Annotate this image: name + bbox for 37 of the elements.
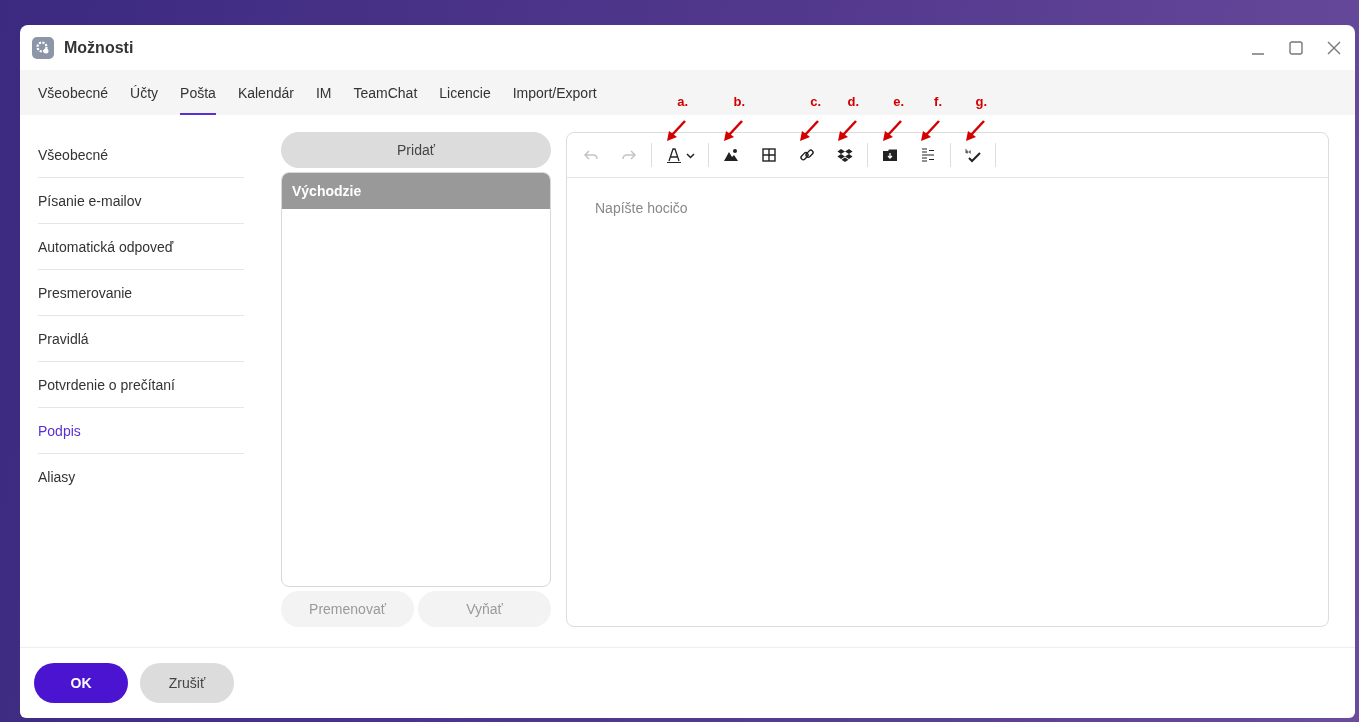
tab[interactable]: Licencie [439, 70, 491, 115]
cancel-button[interactable]: Zrušiť [140, 663, 234, 703]
sidebar-item[interactable]: Všeobecné [38, 132, 244, 178]
annotation-label: e. [893, 94, 904, 109]
sidebar-item[interactable]: Pravidlá [38, 316, 244, 362]
pointer-arrow [799, 120, 819, 142]
sidebar-item[interactable]: Presmerovanie [38, 270, 244, 316]
pointer-arrow [666, 120, 686, 142]
pointer-arrow [920, 120, 940, 142]
sidebar-item[interactable]: Písanie e-mailov [38, 178, 244, 224]
tab[interactable]: Pošta [180, 70, 216, 115]
close-icon[interactable] [1327, 40, 1341, 55]
add-button[interactable]: Pridať [281, 132, 551, 168]
annotation-label: a. [677, 94, 688, 109]
annotation-label: d. [847, 94, 859, 109]
sidebar-item[interactable]: Podpis [38, 408, 244, 454]
tab[interactable]: Kalendár [237, 70, 294, 115]
sidebar-item[interactable]: Potvrdenie o prečítaní [38, 362, 244, 408]
tab[interactable]: TeamChat [353, 70, 418, 115]
window-title: Možnosti [64, 38, 134, 57]
tab[interactable]: Všeobecné [38, 70, 109, 115]
annotation-label: c. [810, 94, 821, 109]
gear-icon [32, 36, 54, 59]
ok-button[interactable]: OK [34, 663, 128, 703]
tab[interactable]: Účty [130, 70, 159, 115]
pointer-arrow [723, 120, 743, 142]
annotation-label: b. [733, 94, 745, 109]
annotation-label: g. [975, 94, 987, 109]
tab[interactable]: IM [315, 70, 332, 115]
tab[interactable]: Import/Export [512, 70, 597, 115]
annotation-label: f. [934, 94, 942, 109]
pointer-arrow [965, 120, 985, 142]
maximize-icon[interactable] [1289, 40, 1303, 55]
sidebar-item[interactable]: Automatická odpoveď [38, 224, 244, 270]
sidebar-item[interactable]: Aliasy [38, 454, 244, 499]
pointer-arrow [837, 120, 857, 142]
pointer-arrow [882, 120, 902, 142]
